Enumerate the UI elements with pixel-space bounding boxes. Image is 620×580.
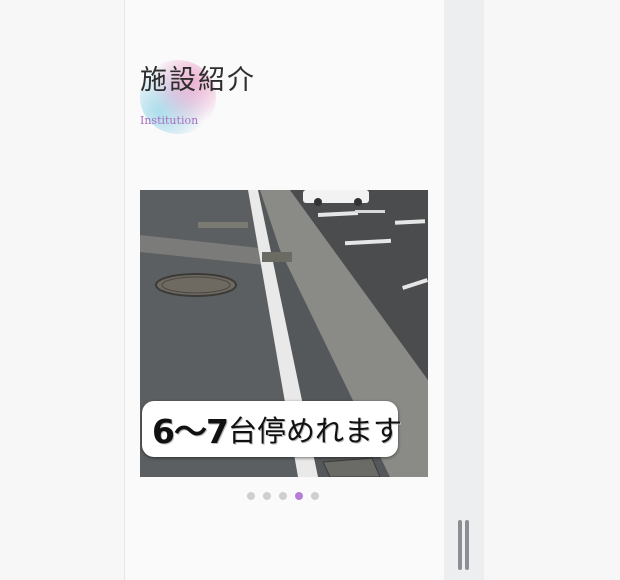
image-slider[interactable]: 6〜7 台停めれます [140,190,428,477]
scroll-grip-handle[interactable] [458,520,470,570]
slider-dot[interactable] [311,492,319,500]
slider-dot[interactable] [279,492,287,500]
scroll-rail [444,0,484,580]
grip-bar [458,520,462,570]
slider-pagination [247,492,319,502]
section-title: 施設紹介 [140,65,256,96]
slider-dot[interactable] [247,492,255,500]
section-heading: 施設紹介 Institution [140,58,340,138]
grip-bar [465,520,469,570]
slider-dot[interactable] [263,492,271,500]
caption-text: 台停めれます [227,414,402,448]
page-viewport: 施設紹介 Institution 6〜7 台停めれます [0,0,620,580]
caption-number: 6〜7 [152,412,229,451]
section-subtitle: Institution [140,114,199,127]
slider-dot-active[interactable] [295,492,303,500]
slide-caption: 6〜7 台停めれます [142,401,402,457]
